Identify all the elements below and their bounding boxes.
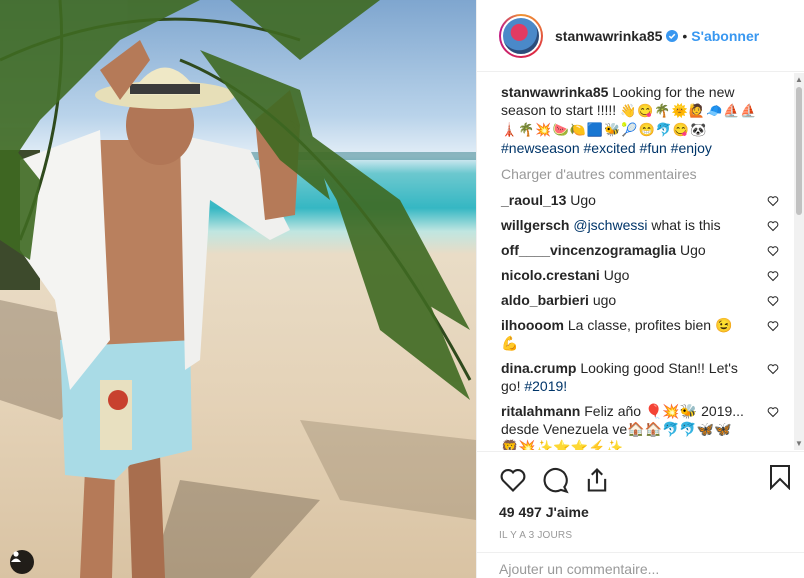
comment-username[interactable]: willgersch bbox=[501, 217, 569, 233]
comment-text: what is this bbox=[651, 217, 721, 233]
avatar[interactable] bbox=[499, 13, 543, 58]
comment-like-icon[interactable] bbox=[767, 195, 779, 207]
comment-text: Ugo bbox=[603, 267, 630, 283]
comments-list[interactable]: stanwawrinka85 Looking for the new seaso… bbox=[477, 73, 795, 450]
likes-count[interactable]: 49 497 J'aime bbox=[499, 504, 804, 520]
heart-icon[interactable] bbox=[499, 466, 527, 494]
comment-row: dina.crump Looking good Stan!! Let's go!… bbox=[501, 359, 779, 395]
separator-dot: • bbox=[682, 27, 688, 44]
comment-username[interactable]: off____vincenzogramaglia bbox=[501, 242, 676, 258]
user-tag-icon[interactable] bbox=[10, 550, 34, 574]
comment-username[interactable]: ilhoooom bbox=[501, 317, 564, 333]
scrollbar-thumb[interactable] bbox=[796, 87, 802, 215]
comment-username[interactable]: nicolo.crestani bbox=[501, 267, 600, 283]
follow-button[interactable]: S'abonner bbox=[691, 28, 759, 44]
comment-like-icon[interactable] bbox=[767, 245, 779, 257]
comment-like-icon[interactable] bbox=[767, 320, 779, 332]
comment-row: ilhoooom La classe, profites bien 😉 💪 bbox=[501, 316, 779, 352]
post-actions: 49 497 J'aime IL Y A 3 JOURS bbox=[477, 451, 804, 541]
comment-like-icon[interactable] bbox=[767, 220, 779, 232]
share-icon[interactable] bbox=[583, 466, 611, 494]
comment-text: Ugo bbox=[679, 242, 706, 258]
scroll-up-arrow-icon[interactable]: ▲ bbox=[795, 75, 803, 84]
comment-row: off____vincenzogramaglia Ugo bbox=[501, 241, 779, 259]
add-comment-bar bbox=[477, 552, 804, 578]
comment-like-icon[interactable] bbox=[767, 406, 779, 418]
scroll-down-arrow-icon[interactable]: ▼ bbox=[795, 439, 803, 448]
comment-row: ritalahmann Feliz año 🎈💥🐝 2019... desde … bbox=[501, 402, 779, 450]
comments-scrollbar[interactable]: ▲ ▼ bbox=[794, 73, 804, 450]
post-header: stanwawrinka85 • S'abonner bbox=[477, 0, 804, 72]
author-username[interactable]: stanwawrinka85 bbox=[555, 28, 662, 44]
comment-hashtag[interactable]: #2019! bbox=[524, 378, 567, 394]
bookmark-icon[interactable] bbox=[769, 464, 791, 490]
comment-like-icon[interactable] bbox=[767, 270, 779, 282]
comment-text: Ugo bbox=[570, 192, 596, 208]
comment-username[interactable]: dina.crump bbox=[501, 360, 576, 376]
comment-like-icon[interactable] bbox=[767, 295, 779, 307]
comment-row: _raoul_13 Ugo bbox=[501, 191, 779, 209]
comment-like-icon[interactable] bbox=[767, 363, 779, 375]
comment-username[interactable]: ritalahmann bbox=[501, 403, 580, 419]
post-timestamp[interactable]: IL Y A 3 JOURS bbox=[499, 530, 804, 541]
verified-badge-icon bbox=[666, 29, 679, 42]
beach-scene bbox=[0, 0, 476, 578]
comment-text: ugo bbox=[592, 292, 617, 308]
post-photo[interactable] bbox=[0, 0, 476, 578]
caption-hashtags[interactable]: #newseason #excited #fun #enjoy bbox=[501, 140, 712, 156]
comment-username[interactable]: aldo_barbieri bbox=[501, 292, 589, 308]
comment-input[interactable] bbox=[499, 561, 739, 577]
post-sidebar: stanwawrinka85 • S'abonner stanwawrinka8… bbox=[476, 0, 804, 578]
post-caption: stanwawrinka85 Looking for the new seaso… bbox=[501, 83, 779, 157]
comment-username[interactable]: _raoul_13 bbox=[501, 192, 566, 208]
comment-row: willgersch @jschwessi what is this bbox=[501, 216, 779, 234]
comment-row: aldo_barbieri ugo bbox=[501, 291, 779, 309]
comment-icon[interactable] bbox=[541, 466, 569, 494]
comment-mention[interactable]: @jschwessi bbox=[573, 217, 647, 233]
caption-username[interactable]: stanwawrinka85 bbox=[501, 84, 608, 100]
comment-row: nicolo.crestani Ugo bbox=[501, 266, 779, 284]
load-more-comments-link[interactable]: Charger d'autres commentaires bbox=[501, 165, 779, 183]
